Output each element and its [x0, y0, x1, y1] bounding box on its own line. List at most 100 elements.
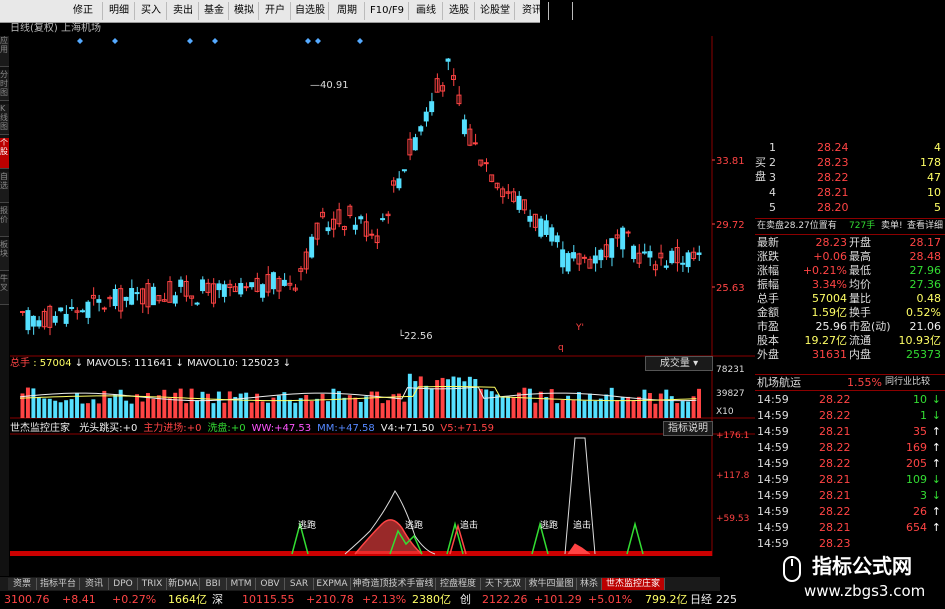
volume-bar [31, 388, 36, 418]
bid-level: 2 [769, 156, 776, 169]
indicator-tab-5[interactable]: 新DMA [167, 578, 200, 590]
toolbar-button-4[interactable]: 基金 [200, 2, 229, 20]
sector-compare-link[interactable]: 同行业比较 [885, 375, 930, 390]
bid-row-4[interactable]: 5 28.20 5 [755, 200, 945, 215]
indicator-item-value: +71.59 [456, 423, 494, 434]
tick-price: 28.22 [819, 409, 851, 422]
toolbar-button-9[interactable]: F10/F9 [366, 2, 409, 20]
sh-pct: +0.27% [112, 593, 157, 606]
mavol5-value: 111641 [134, 358, 173, 369]
indicator-header: 世杰监控庄家 光头跳买:+0 主力进场:+0 洗盘:+0 WW:+47.53 MM:+4… [10, 422, 660, 435]
cy-amount: 799.2亿 [645, 593, 688, 606]
indicator-tab-2[interactable]: 资讯 [80, 578, 109, 590]
candle-body [325, 227, 331, 232]
toolbar-button-11[interactable]: 选股 [444, 2, 475, 20]
detail-link[interactable]: 查看详细 [907, 219, 943, 234]
indicator-item-label: V5: [440, 423, 457, 434]
bid-row-1[interactable]: 2 28.23 178 [755, 155, 945, 170]
indicator-tab-6[interactable]: BBI [200, 578, 227, 590]
tick-volume: 35 [913, 425, 927, 438]
toolbar-button-1[interactable]: 明细 [104, 2, 135, 20]
sh-index: 3100.76 [4, 593, 50, 606]
left-tab-4[interactable]: 自选 [0, 172, 9, 203]
sz-pct: +2.13% [362, 593, 407, 606]
indicator-tab-12[interactable]: 控盘程度 [436, 578, 481, 590]
candle-body [178, 279, 184, 287]
high-price-label: —40.91 [310, 80, 349, 91]
volume-bar [653, 403, 658, 418]
indicator-tab-11[interactable]: 神奇造顶技术手雷线 [351, 578, 436, 590]
volume-bar [266, 402, 270, 418]
toolbar-button-2[interactable]: 买入 [136, 2, 167, 20]
tick-row-5: 14:59 28.21 109 ↓ [755, 472, 945, 487]
volume-bar [604, 394, 609, 418]
nk-value: 225 [716, 593, 737, 606]
bid-row-3[interactable]: 4 28.21 10 [755, 185, 945, 200]
indicator-tab-15[interactable]: 林杀 [577, 578, 602, 590]
toolbar-button-10[interactable]: 画线 [410, 2, 443, 20]
toolbar-button-14[interactable]: BB [550, 2, 573, 20]
candle-body [358, 216, 364, 220]
indicator-tab-10[interactable]: EXPMA [314, 578, 351, 590]
indicator-tab-4[interactable]: TRIX [138, 578, 167, 590]
tick-volume: 169 [906, 441, 927, 454]
left-tab-3[interactable]: 个股 [0, 138, 9, 169]
sh-amount: 1664亿 [168, 593, 207, 606]
volume-bar [380, 403, 385, 418]
volume-bar [489, 391, 494, 418]
candle-body [96, 299, 102, 303]
main-chart-area: 33.81 29.72 25.63 —40.91 └22.56 Y' q 78231 39827… [10, 36, 755, 556]
indicator-tab-3[interactable]: DPO [109, 578, 138, 590]
candle-body [69, 306, 75, 309]
volume-bar [178, 388, 183, 418]
position-volume: 727手 [849, 221, 876, 231]
indicator-tab-1[interactable]: 指标平台 [37, 578, 80, 590]
toolbar-button-0[interactable]: 修正 [64, 2, 103, 20]
toolbar-button-7[interactable]: 自选股 [292, 2, 329, 20]
volume-bar [593, 400, 598, 418]
candle-body [63, 313, 69, 324]
indicator-tab-13[interactable]: 天下无双 [481, 578, 526, 590]
stat-value: 0.48 [916, 292, 942, 305]
left-tab-5[interactable]: 报价 [0, 206, 9, 237]
volume-bar [402, 401, 407, 418]
indicator-tab-0[interactable]: 资票 [8, 578, 37, 590]
indicator-tab-14[interactable]: 救牛四量图 [526, 578, 577, 590]
indicator-help-button[interactable]: 指标说明 [663, 421, 713, 436]
left-tab-0[interactable]: 应用 [0, 36, 9, 67]
toolbar-button-13[interactable]: 资讯 [516, 2, 549, 20]
volume-bar [353, 397, 358, 418]
toolbar-button-8[interactable]: 周期 [330, 2, 365, 20]
volume-bar [522, 387, 527, 418]
volume-indicator-dropdown[interactable]: 成交量 ▾ [645, 356, 713, 371]
indicator-tab-9[interactable]: SAR [285, 578, 314, 590]
toolbar-button-6[interactable]: 开户 [260, 2, 291, 20]
bid-row-2[interactable]: 3 28.22 47 [755, 170, 945, 185]
stat-label: 总手 [757, 292, 779, 305]
volume-bar [506, 396, 511, 418]
stat-value: 3.34% [812, 278, 847, 291]
left-tab-1[interactable]: 分时图 [0, 70, 9, 101]
volume-bar [25, 387, 30, 418]
indicator-tab-7[interactable]: MTM [227, 578, 256, 590]
indicator-tab-8[interactable]: OBV [256, 578, 285, 590]
left-tab-2[interactable]: K线图 [0, 104, 9, 135]
candle-body [543, 220, 549, 235]
indicator-tab-16[interactable]: 世杰监控庄家 [602, 578, 665, 590]
toolbar-button-12[interactable]: 论股堂 [476, 2, 515, 20]
volume-bar [511, 396, 516, 418]
tick-row-2: 14:59 28.21 35 ↑ [755, 424, 945, 439]
indicator-item-label: 光头跳买: [79, 423, 123, 434]
tick-row-1: 14:59 28.22 1 ↓ [755, 408, 945, 423]
arrow-up-icon: ↑ [931, 457, 941, 470]
left-tab-6[interactable]: 板块 [0, 240, 9, 271]
candle-body [483, 162, 489, 165]
stat-value: 0.52% [906, 306, 941, 319]
bid-row-0[interactable]: 1 28.24 4 [755, 140, 945, 155]
toolbar-button-5[interactable]: 模拟 [230, 2, 259, 20]
volume-bar [69, 399, 74, 418]
volume-axis-label: 78231 [716, 365, 745, 375]
left-tab-7[interactable]: 牛叉 [0, 274, 9, 305]
candle-body [123, 296, 129, 301]
toolbar-button-3[interactable]: 卖出 [168, 2, 199, 20]
